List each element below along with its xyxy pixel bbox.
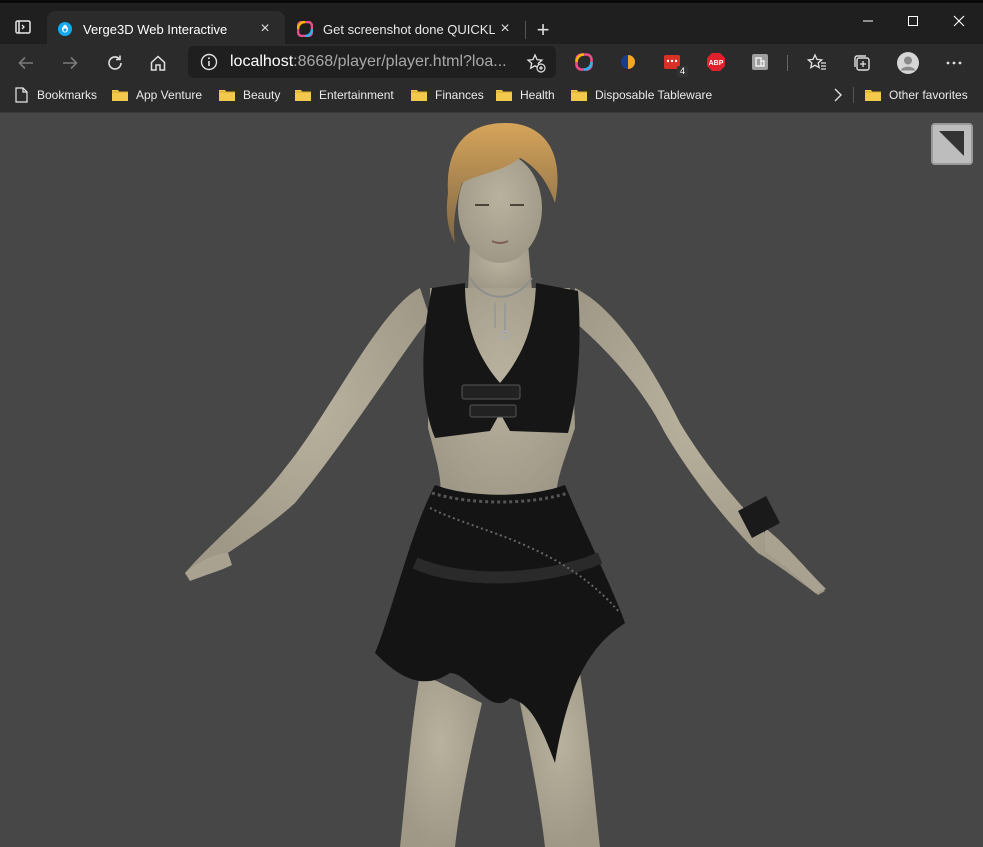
- url-text[interactable]: localhost:8668/player/player.html?loa...: [230, 53, 506, 71]
- tab-verge3d[interactable]: Verge3D Web Interactive ×: [47, 11, 285, 47]
- back-arrow-icon[interactable]: [10, 47, 42, 79]
- bookmark-health[interactable]: Health: [495, 81, 555, 109]
- bookmark-disposable-tableware[interactable]: Disposable Tableware: [570, 81, 712, 109]
- chevron-right-icon[interactable]: [830, 87, 846, 103]
- folder-icon: [112, 90, 128, 101]
- verge3d-icon: [58, 22, 72, 36]
- tab-close-button[interactable]: ×: [495, 19, 515, 39]
- red-calendar-extension-icon[interactable]: 4: [661, 51, 688, 77]
- folder-icon: [865, 90, 881, 101]
- collections-icon[interactable]: [846, 47, 878, 79]
- folder-icon: [295, 90, 311, 101]
- folder-icon: [411, 90, 427, 101]
- colorful-ring-extension-icon[interactable]: [573, 51, 595, 73]
- svg-text:ABP: ABP: [709, 60, 724, 67]
- address-bar[interactable]: localhost:8668/player/player.html?loa...: [188, 46, 556, 78]
- fullscreen-button[interactable]: [931, 123, 973, 165]
- folder-icon: [571, 90, 587, 101]
- extension-badge: 4: [676, 66, 688, 77]
- bookmark-bookmarks[interactable]: Bookmarks: [12, 81, 97, 109]
- minimize-icon[interactable]: [845, 6, 891, 36]
- bookmarks-separator: [853, 87, 854, 103]
- toolbar-separator: [787, 55, 788, 71]
- tab-close-button[interactable]: ×: [255, 19, 275, 39]
- site-info-icon[interactable]: [200, 53, 218, 71]
- folder-icon: [496, 90, 512, 101]
- tab-separator: [525, 21, 526, 39]
- add-favorite-icon[interactable]: [526, 53, 546, 73]
- adblock-plus-extension-icon[interactable]: ABP: [705, 51, 727, 73]
- bookmarks-bar: Bookmarks App Venture Beauty Entertainme…: [0, 81, 983, 113]
- refresh-icon[interactable]: [99, 47, 131, 79]
- home-icon[interactable]: [142, 47, 174, 79]
- bookmark-beauty[interactable]: Beauty: [218, 81, 280, 109]
- maximize-icon[interactable]: [890, 6, 936, 36]
- grey-square-extension-icon[interactable]: [749, 51, 771, 73]
- bookmark-finances[interactable]: Finances: [410, 81, 484, 109]
- verge3d-viewport[interactable]: [0, 113, 983, 847]
- close-icon[interactable]: [936, 6, 982, 36]
- tab-screenshot[interactable]: Get screenshot done QUICKLY – ×: [287, 11, 525, 47]
- fullscreen-icon: [939, 131, 964, 156]
- folder-icon: [219, 90, 235, 101]
- profile-avatar-icon[interactable]: [892, 47, 924, 79]
- bookmark-other-favorites[interactable]: Other favorites: [864, 81, 968, 109]
- tab-actions-icon[interactable]: [6, 11, 40, 43]
- favorites-icon[interactable]: [801, 47, 833, 79]
- more-options-icon[interactable]: [938, 47, 970, 79]
- tab-title: Verge3D Web Interactive: [83, 21, 228, 37]
- tab-title: Get screenshot done QUICKLY –: [323, 21, 495, 37]
- colorful-ring-icon: [297, 21, 313, 37]
- bookmark-entertainment[interactable]: Entertainment: [294, 81, 394, 109]
- bookmark-app-venture[interactable]: App Venture: [111, 81, 202, 109]
- page-icon: [15, 87, 28, 103]
- character-model[interactable]: [0, 113, 983, 847]
- orange-blue-extension-icon[interactable]: [617, 51, 639, 73]
- title-bar: Verge3D Web Interactive × Get screenshot…: [0, 0, 983, 47]
- navigation-toolbar: localhost:8668/player/player.html?loa...…: [0, 44, 983, 81]
- forward-arrow-icon[interactable]: [54, 47, 86, 79]
- new-tab-button[interactable]: +: [530, 17, 556, 43]
